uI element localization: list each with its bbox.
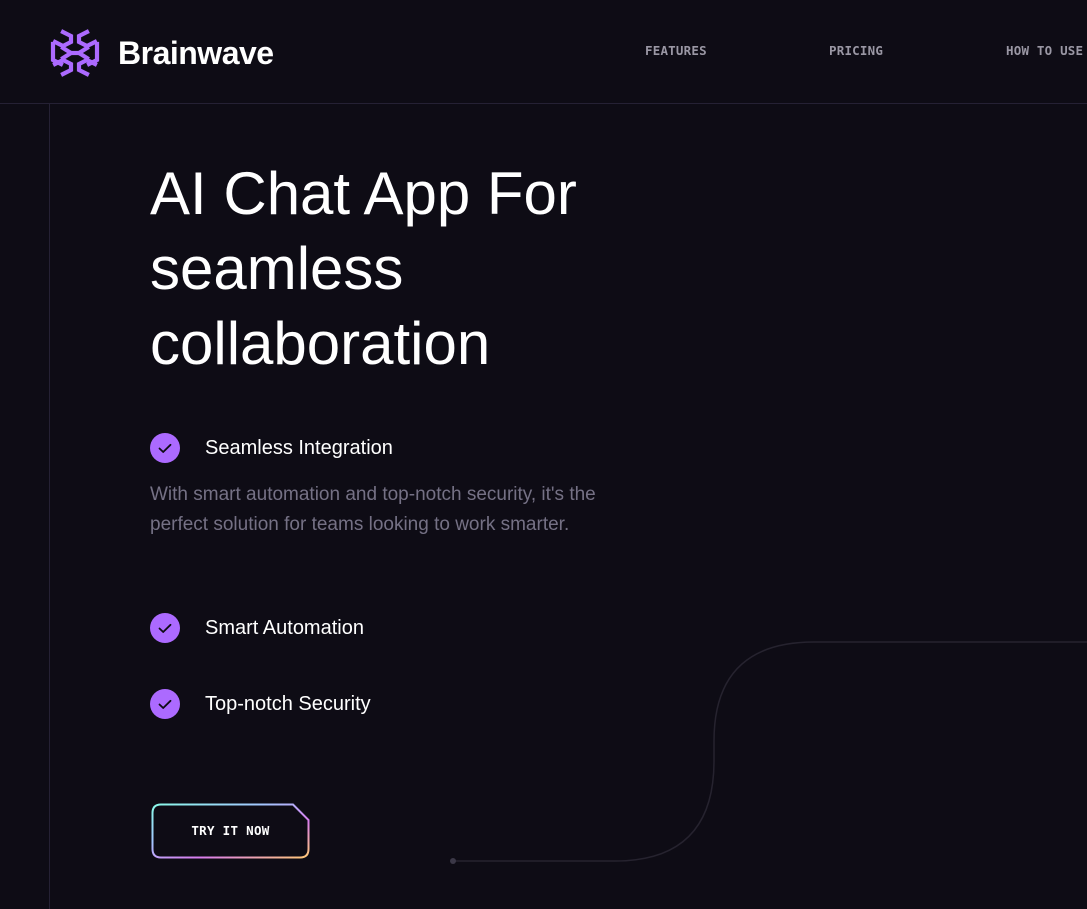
check-icon — [150, 689, 180, 719]
feature-label: Seamless Integration — [205, 436, 393, 459]
hero-title: AI Chat App For seamless collaboration — [150, 160, 577, 377]
nav-link-how-to-use[interactable]: HOW TO USE — [1006, 43, 1083, 58]
brainwave-logo-icon — [50, 29, 100, 77]
brand-logo-link[interactable]: Brainwave — [49, 28, 274, 78]
feature-label: Smart Automation — [205, 616, 364, 639]
feature-item-top-notch-security: Top-notch Security — [150, 689, 371, 719]
decorative-curve-line — [450, 641, 1087, 864]
nav-link-pricing[interactable]: PRICING — [829, 43, 883, 58]
feature-description: With smart automation and top-notch secu… — [150, 484, 596, 535]
try-it-now-button[interactable]: TRY IT NOW — [151, 803, 310, 859]
try-it-now-label: TRY IT NOW — [191, 823, 270, 838]
nav-link-features[interactable]: FEATURES — [645, 43, 707, 58]
check-icon — [150, 613, 180, 643]
site-header: Brainwave FEATURES PRICING HOW TO USE — [0, 0, 1087, 104]
left-rail-divider — [49, 104, 50, 909]
feature-item-smart-automation: Smart Automation — [150, 613, 364, 643]
feature-item-seamless-integration: Seamless Integration — [150, 433, 393, 463]
feature-label: Top-notch Security — [205, 692, 371, 715]
check-icon — [150, 433, 180, 463]
brand-name: Brainwave — [118, 35, 274, 71]
